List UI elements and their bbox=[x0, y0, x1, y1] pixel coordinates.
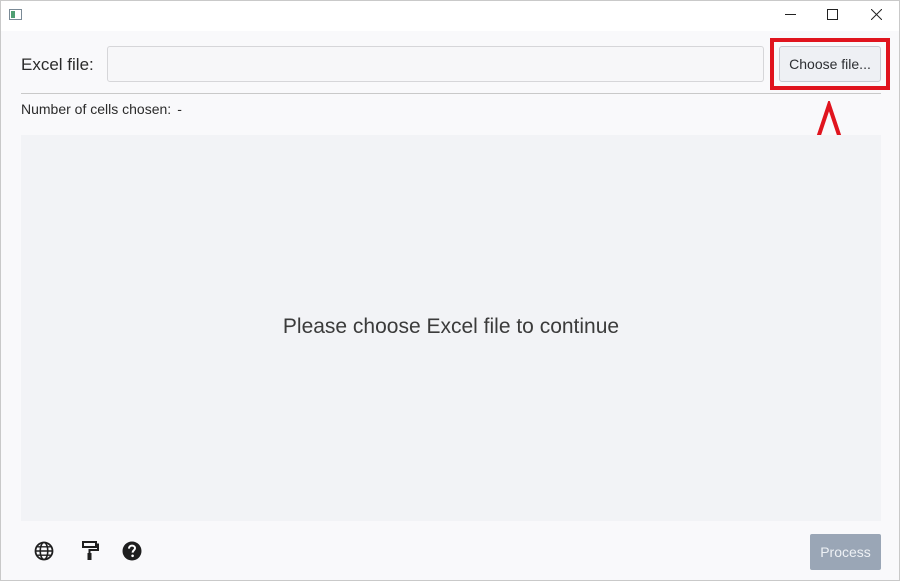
minimize-button[interactable] bbox=[767, 1, 813, 31]
globe-icon bbox=[34, 541, 54, 566]
title-bar bbox=[1, 1, 899, 31]
app-window: Excel file: Choose file... Number of cel… bbox=[0, 0, 900, 581]
process-button[interactable]: Process bbox=[810, 534, 881, 570]
empty-state-message: Please choose Excel file to continue bbox=[282, 315, 620, 338]
content-area: Please choose Excel file to continue bbox=[21, 135, 881, 521]
help-button[interactable] bbox=[121, 541, 143, 566]
cells-chosen-label: Number of cells chosen: bbox=[21, 101, 172, 117]
theme-button[interactable] bbox=[79, 540, 101, 566]
choose-file-button[interactable]: Choose file... bbox=[779, 46, 881, 82]
help-icon bbox=[122, 541, 142, 566]
paint-roller-icon bbox=[81, 540, 99, 566]
close-button[interactable] bbox=[853, 1, 899, 31]
close-icon bbox=[870, 7, 882, 25]
maximize-button[interactable] bbox=[809, 1, 855, 31]
app-icon bbox=[9, 9, 22, 20]
cells-chosen-status: Number of cells chosen: - bbox=[21, 101, 182, 117]
minimize-icon bbox=[784, 7, 796, 25]
divider bbox=[21, 93, 881, 94]
cells-chosen-value: - bbox=[177, 101, 182, 117]
excel-file-path-input[interactable] bbox=[107, 46, 764, 82]
maximize-icon bbox=[826, 7, 838, 25]
excel-file-label: Excel file: bbox=[21, 55, 94, 74]
language-button[interactable] bbox=[33, 541, 55, 566]
